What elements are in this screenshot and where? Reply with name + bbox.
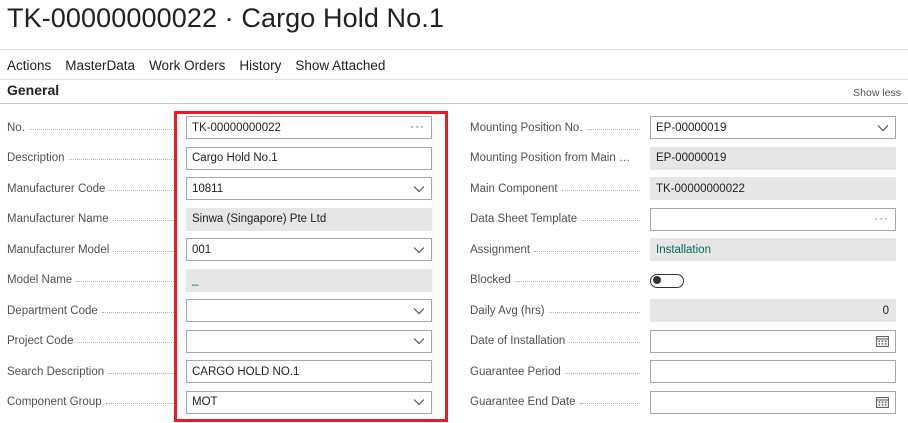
field-row-main-component: Main Component TK-00000000022 <box>464 177 904 208</box>
field-label: Guarantee Period <box>464 360 650 383</box>
action-bar: Actions MasterData Work Orders History S… <box>0 54 392 78</box>
field-label: No. <box>0 116 186 139</box>
field-row-mounting-position-main: Mounting Position from Main C... EP-0000… <box>464 146 904 178</box>
title-divider <box>0 49 908 50</box>
search-description-input[interactable]: CARGO HOLD NO.1 <box>186 360 432 383</box>
field-label: Manufacturer Model <box>0 238 186 261</box>
field-label: Data Sheet Template <box>464 208 650 231</box>
field-row-model-name: Model Name _ <box>0 268 440 300</box>
model-name-field[interactable]: _ <box>186 268 432 292</box>
calendar-icon[interactable] <box>876 396 889 408</box>
daily-avg-field: 0 <box>650 299 896 322</box>
field-row-no: No. TK-00000000022 ··· <box>0 116 440 147</box>
manufacturer-model-select[interactable]: 001 <box>186 238 432 261</box>
field-label: Mounting Position from Main C... <box>464 147 650 170</box>
field-row-data-sheet-template: Data Sheet Template ··· <box>464 207 904 239</box>
date-of-installation-input[interactable] <box>650 329 896 353</box>
assignment-field[interactable]: Installation <box>650 238 896 261</box>
toggle-knob <box>653 276 661 284</box>
no-input[interactable]: TK-00000000022 ··· <box>186 116 432 139</box>
field-label: Daily Avg (hrs) <box>464 299 650 322</box>
blocked-field <box>650 269 896 292</box>
field-row-project-code: Project Code <box>0 329 440 361</box>
field-row-manufacturer-name: Manufacturer Name Sinwa (Singapore) Pte … <box>0 207 440 239</box>
field-label: Manufacturer Name <box>0 208 186 231</box>
field-row-guarantee-period: Guarantee Period <box>464 360 904 391</box>
mounting-position-no-select[interactable]: EP-00000019 <box>650 116 896 139</box>
action-work-orders[interactable]: Work Orders <box>142 54 232 78</box>
blocked-toggle[interactable] <box>650 273 684 288</box>
right-field-column: Mounting Position No. EP-00000019 Mounti… <box>464 116 904 421</box>
ellipsis-icon[interactable]: ··· <box>410 119 425 133</box>
field-row-description: Description Cargo Hold No.1 <box>0 146 440 178</box>
section-divider <box>0 103 908 104</box>
field-row-manufacturer-model: Manufacturer Model 001 <box>0 238 440 269</box>
action-show-attached[interactable]: Show Attached <box>288 54 392 78</box>
chevron-down-icon[interactable] <box>413 337 425 345</box>
show-less-link[interactable]: Show less <box>853 87 901 99</box>
field-label: Description <box>0 147 186 170</box>
action-masterdata[interactable]: MasterData <box>58 54 142 78</box>
field-label: Model Name <box>0 269 186 292</box>
action-actions[interactable]: Actions <box>0 54 58 78</box>
field-row-component-group: Component Group MOT <box>0 390 440 422</box>
section-title-general[interactable]: General <box>7 82 59 98</box>
field-row-department-code: Department Code <box>0 299 440 330</box>
guarantee-period-input[interactable] <box>650 360 896 383</box>
field-label: Main Component <box>464 177 650 200</box>
manufacturer-code-select[interactable]: 10811 <box>186 177 432 200</box>
chevron-down-icon[interactable] <box>877 124 889 132</box>
field-label: Project Code <box>0 330 186 353</box>
field-row-manufacturer-code: Manufacturer Code 10811 <box>0 177 440 208</box>
project-code-select[interactable] <box>186 329 432 353</box>
guarantee-end-date-input[interactable] <box>650 390 896 414</box>
chevron-down-icon[interactable] <box>413 246 425 254</box>
data-sheet-template-input[interactable]: ··· <box>650 207 896 231</box>
field-row-date-of-installation: Date of Installation <box>464 329 904 361</box>
chevron-down-icon[interactable] <box>413 307 425 315</box>
field-label: Blocked <box>464 269 650 292</box>
left-field-column: No. TK-00000000022 ··· Description Cargo… <box>0 116 440 421</box>
field-label: Mounting Position No. <box>464 116 650 139</box>
field-row-mounting-position-no: Mounting Position No. EP-00000019 <box>464 116 904 147</box>
component-group-select[interactable]: MOT <box>186 390 432 414</box>
chevron-down-icon[interactable] <box>413 398 425 406</box>
main-component-field: TK-00000000022 <box>650 177 896 200</box>
field-label: Assignment <box>464 238 650 261</box>
field-row-guarantee-end-date: Guarantee End Date <box>464 390 904 422</box>
chevron-down-icon[interactable] <box>413 185 425 193</box>
page-title: TK-00000000022 · Cargo Hold No.1 <box>7 3 444 33</box>
field-row-search-description: Search Description CARGO HOLD NO.1 <box>0 360 440 391</box>
field-label: Guarantee End Date <box>464 391 650 414</box>
manufacturer-name-field: Sinwa (Singapore) Pte Ltd <box>186 207 432 231</box>
action-history[interactable]: History <box>232 54 288 78</box>
calendar-icon[interactable] <box>876 335 889 347</box>
description-input[interactable]: Cargo Hold No.1 <box>186 146 432 170</box>
field-label: Search Description <box>0 360 186 383</box>
field-label: Department Code <box>0 299 186 322</box>
field-row-assignment: Assignment Installation <box>464 238 904 269</box>
actionbar-divider <box>0 79 908 80</box>
mounting-position-main-field: EP-00000019 <box>650 146 896 170</box>
department-code-select[interactable] <box>186 299 432 322</box>
field-label: Manufacturer Code <box>0 177 186 200</box>
field-label: Date of Installation <box>464 330 650 353</box>
field-label: Component Group <box>0 391 186 414</box>
field-row-blocked: Blocked <box>464 269 904 300</box>
field-row-daily-avg: Daily Avg (hrs) 0 <box>464 299 904 330</box>
ellipsis-icon[interactable]: ··· <box>874 211 889 225</box>
